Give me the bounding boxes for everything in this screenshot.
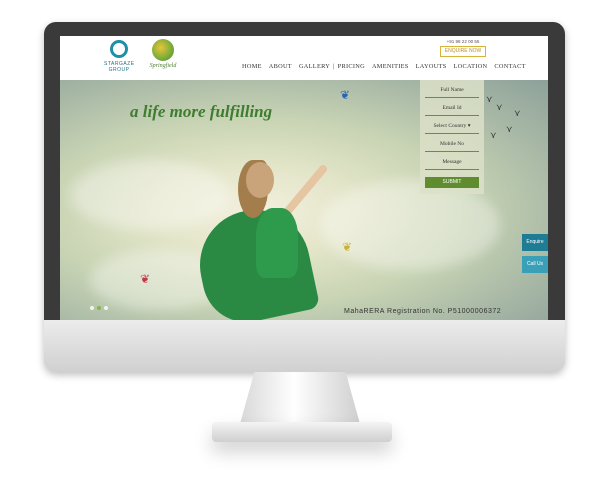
chevron-down-icon: ▾ (467, 123, 471, 129)
main-nav: HOME ABOUT GALLERY | PRICING AMENITIES L… (242, 63, 526, 70)
full-name-field[interactable]: Full Name (425, 84, 479, 98)
nav-layouts[interactable]: LAYOUTS (416, 63, 447, 70)
site-header: STARGAZE GROUP Springfield +91 98 22 00 … (60, 36, 548, 80)
stargaze-logo-text: STARGAZE GROUP (104, 61, 135, 73)
message-field[interactable]: Message (425, 156, 479, 170)
country-select[interactable]: Select Country ▾ (425, 120, 479, 134)
bird-icon: ⋎ (490, 130, 497, 140)
website-screen: STARGAZE GROUP Springfield +91 98 22 00 … (60, 36, 548, 320)
monitor-frame: STARGAZE GROUP Springfield +91 98 22 00 … (44, 22, 565, 372)
stargaze-logo[interactable]: STARGAZE GROUP (104, 40, 134, 73)
email-field[interactable]: Email Id (425, 102, 479, 116)
bird-icon: ⋎ (514, 108, 521, 118)
enquire-now-button[interactable]: ENQUIRE NOW (440, 46, 486, 57)
woman-head (246, 162, 274, 198)
header-contact-box: +91 98 22 00 55 ENQUIRE NOW (440, 39, 486, 57)
butterfly-icon: ❦ (340, 88, 351, 102)
springfield-logo[interactable]: Springfield (146, 39, 180, 70)
slider-dot[interactable] (104, 306, 108, 310)
enquiry-form: Full Name Email Id Select Country ▾ Mobi… (420, 80, 484, 194)
bird-icon: ⋎ (506, 124, 513, 134)
monitor-base (212, 422, 392, 442)
side-enquire-button[interactable]: Enquire (522, 234, 548, 251)
cloud (70, 160, 230, 230)
slider-dot[interactable] (90, 306, 94, 310)
nav-separator: | (333, 63, 335, 70)
nav-location[interactable]: LOCATION (454, 63, 488, 70)
butterfly-icon: ❦ (140, 272, 151, 286)
nav-about[interactable]: ABOUT (269, 63, 292, 70)
butterfly-icon: ❦ (342, 240, 353, 254)
springfield-logo-text: Springfield (149, 63, 177, 69)
side-call-button[interactable]: Call Us (522, 256, 548, 273)
nav-contact[interactable]: CONTACT (494, 63, 525, 70)
nav-amenities[interactable]: AMENITIES (372, 63, 409, 70)
nav-gallery[interactable]: GALLERY (299, 63, 330, 70)
slider-dots (90, 306, 108, 310)
bird-icon: ⋎ (496, 102, 503, 112)
bird-icon: ⋎ (486, 94, 493, 104)
stargaze-logo-icon (110, 40, 128, 58)
slider-dot[interactable] (97, 306, 101, 310)
mobile-field[interactable]: Mobile No (425, 138, 479, 152)
woman-body (256, 208, 298, 278)
tree-logo-icon (152, 39, 174, 61)
rera-registration: MahaRERA Registration No. P51000006372 (344, 308, 502, 315)
nav-home[interactable]: HOME (242, 63, 262, 70)
country-select-label: Select Country (433, 123, 467, 129)
header-phone[interactable]: +91 98 22 00 55 (440, 39, 486, 45)
monitor-chin (44, 320, 565, 372)
monitor-stand (240, 372, 360, 424)
nav-pricing[interactable]: PRICING (338, 63, 365, 70)
hero-tagline: a life more fulfilling (130, 102, 273, 121)
submit-button[interactable]: SUBMIT (425, 177, 479, 188)
monitor-bezel: STARGAZE GROUP Springfield +91 98 22 00 … (44, 22, 565, 320)
